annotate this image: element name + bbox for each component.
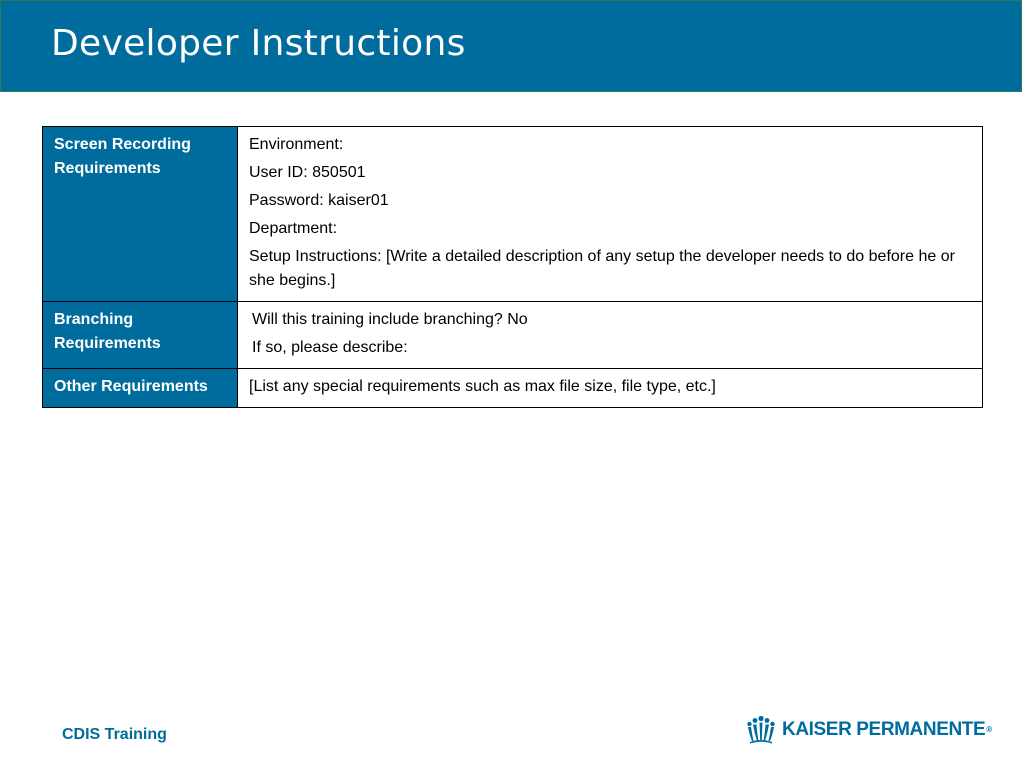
branching-question-line: Will this training include branching? No bbox=[252, 311, 528, 328]
requirements-table: Screen Recording Requirements Environmen… bbox=[42, 126, 983, 408]
branching-describe-line: If so, please describe: bbox=[252, 339, 408, 356]
table-row: Branching Requirements Will this trainin… bbox=[42, 301, 983, 369]
password-line: Password: kaiser01 bbox=[249, 192, 389, 209]
logo-wordmark: KAISER PERMANENTE® bbox=[782, 719, 992, 741]
environment-line: Environment: bbox=[249, 136, 344, 153]
registered-mark: ® bbox=[986, 725, 992, 735]
row-content-branching: Will this training include branching? No… bbox=[237, 301, 983, 369]
user-id-line: User ID: 850501 bbox=[249, 164, 366, 181]
table-row: Other Requirements [List any special req… bbox=[42, 368, 983, 408]
kaiser-permanente-logo: KAISER PERMANENTE® bbox=[746, 714, 992, 746]
department-line: Department: bbox=[249, 220, 338, 237]
footer-label: CDIS Training bbox=[62, 726, 167, 743]
setup-instructions-line: Setup Instructions: [Write a detailed de… bbox=[249, 248, 955, 289]
slide-title: Developer Instructions bbox=[51, 23, 466, 64]
other-requirements-line: [List any special requirements such as m… bbox=[249, 378, 716, 395]
title-bar: Developer Instructions bbox=[0, 0, 1022, 92]
logo-text: KAISER PERMANENTE bbox=[782, 719, 986, 740]
row-content-other: [List any special requirements such as m… bbox=[237, 368, 983, 408]
kaiser-permanente-logo-icon bbox=[747, 715, 775, 744]
row-heading-branching: Branching Requirements bbox=[42, 301, 238, 369]
row-heading-other: Other Requirements bbox=[42, 368, 238, 408]
table-row: Screen Recording Requirements Environmen… bbox=[42, 126, 983, 302]
row-heading-screen-recording: Screen Recording Requirements bbox=[42, 126, 238, 302]
row-content-screen-recording: Environment: User ID: 850501 Password: k… bbox=[237, 126, 983, 302]
